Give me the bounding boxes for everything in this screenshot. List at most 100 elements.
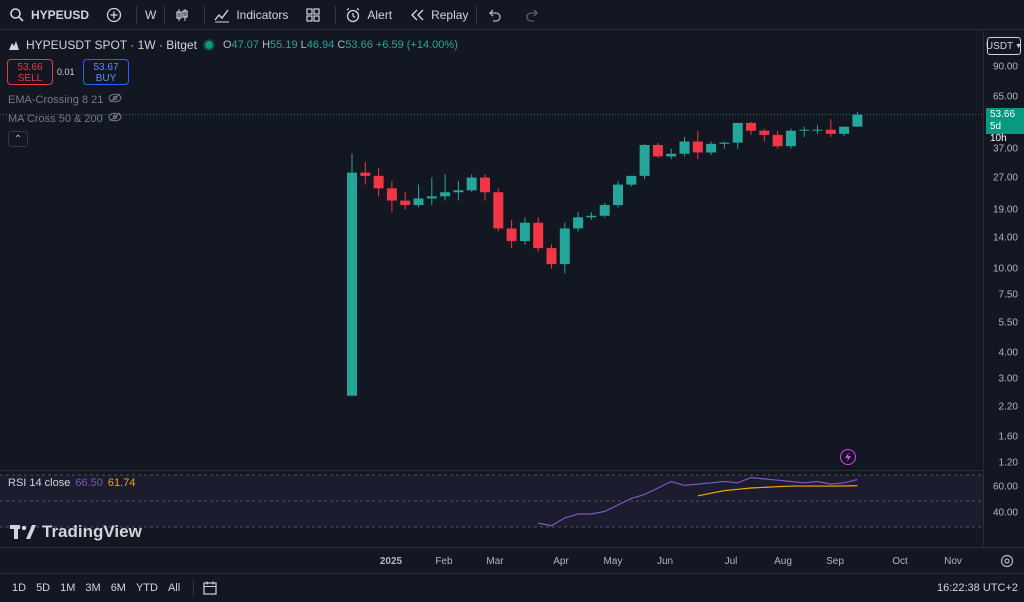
candle-body — [746, 122, 756, 131]
price-scale-label: 27.00 — [992, 172, 1018, 184]
range-button-6m[interactable]: 6M — [106, 582, 131, 594]
candle-body — [546, 248, 557, 265]
candle[interactable] — [347, 153, 357, 396]
candle[interactable] — [373, 167, 384, 197]
eye-hidden-icon[interactable] — [108, 93, 122, 106]
candle[interactable] — [639, 143, 650, 180]
calendar-icon[interactable] — [202, 580, 218, 596]
candle[interactable] — [732, 122, 743, 149]
top-toolbar: HYPEUSD W Indicators Alert Replay — [0, 0, 1024, 30]
layouts-button[interactable] — [296, 0, 335, 30]
candle[interactable] — [426, 177, 437, 206]
candle[interactable] — [559, 222, 570, 274]
range-button-all[interactable]: All — [163, 582, 185, 594]
indicator-ema-crossing[interactable]: EMA-Crossing 8 21 — [8, 93, 122, 106]
candle[interactable] — [533, 217, 544, 252]
candle[interactable] — [440, 174, 451, 201]
candle[interactable] — [852, 111, 863, 127]
range-button-1d[interactable]: 1D — [7, 582, 31, 594]
interval-button[interactable]: W — [137, 0, 164, 30]
candle-body — [373, 175, 384, 189]
candle[interactable] — [799, 126, 810, 138]
candle-body — [666, 153, 677, 157]
candle[interactable] — [652, 142, 663, 158]
candle[interactable] — [746, 121, 756, 135]
chart-type-button[interactable] — [165, 0, 204, 30]
range-button-ytd[interactable]: YTD — [131, 582, 163, 594]
compare-symbol-button[interactable] — [97, 0, 136, 30]
symbol-search-button[interactable]: HYPEUSD — [0, 0, 97, 30]
candle[interactable] — [706, 141, 717, 156]
currency-label: USDT — [985, 40, 1014, 52]
candle[interactable] — [759, 128, 770, 142]
candle-body — [839, 126, 850, 134]
candle[interactable] — [519, 217, 530, 245]
main-chart-pane[interactable] — [0, 31, 984, 469]
candle[interactable] — [839, 126, 850, 136]
candle-body — [639, 145, 650, 176]
candle[interactable] — [692, 130, 703, 160]
collapse-legend-button[interactable]: ⌃ — [8, 131, 28, 147]
candle[interactable] — [493, 188, 504, 232]
candle-body — [599, 205, 610, 216]
price-scale[interactable]: 90.00 65.00 37.00 27.00 19.00 14.00 10.00 7.50 5… — [985, 31, 1024, 469]
sell-button[interactable]: 53.66 SELL — [7, 59, 53, 85]
candle[interactable] — [666, 148, 677, 160]
time-axis[interactable]: 2025 Feb Mar Apr May Jun Jul Aug Sep Oct Nov — [0, 547, 1024, 573]
rsi-chart[interactable] — [0, 471, 984, 547]
candle[interactable] — [812, 124, 823, 134]
candle[interactable] — [546, 244, 557, 269]
sell-price: 53.66 — [17, 62, 43, 73]
tradingview-logo[interactable]: TradingView — [10, 522, 142, 542]
rsi-legend[interactable]: RSI 14 close 66.50 61.74 — [8, 477, 135, 489]
candle[interactable] — [613, 181, 623, 208]
range-button-3m[interactable]: 3M — [80, 582, 105, 594]
indicator-label: EMA-Crossing 8 21 — [8, 93, 104, 106]
candle[interactable] — [466, 174, 477, 193]
candle[interactable] — [825, 119, 836, 138]
candle[interactable] — [400, 192, 411, 210]
last-price-label: 53.66 — [990, 109, 1016, 120]
time-axis-label: May — [603, 556, 623, 567]
rsi-scale[interactable]: 60.00 40.00 — [985, 470, 1024, 546]
candle[interactable] — [413, 184, 424, 208]
candle[interactable] — [785, 128, 796, 149]
indicator-ma-cross[interactable]: MA Cross 50 & 200 — [8, 112, 122, 125]
candle[interactable] — [586, 212, 597, 220]
candle[interactable] — [480, 174, 490, 201]
candle[interactable] — [360, 161, 371, 185]
axis-settings-icon[interactable] — [1000, 554, 1014, 571]
candle-body — [440, 192, 451, 197]
change-value: +6.59 (+14.00%) — [375, 39, 458, 51]
candle[interactable] — [453, 181, 464, 201]
candle[interactable] — [679, 137, 690, 157]
candle[interactable] — [772, 130, 783, 149]
price-scale-label: 2.20 — [998, 401, 1018, 413]
candle[interactable] — [386, 181, 397, 213]
eye-hidden-icon[interactable] — [108, 112, 122, 125]
last-price-badge: 53.66 5d 10h — [986, 108, 1024, 144]
candlestick-chart[interactable] — [0, 31, 984, 469]
candle[interactable] — [573, 212, 584, 232]
range-button-1m[interactable]: 1M — [55, 582, 80, 594]
alert-button[interactable]: Alert — [336, 0, 400, 30]
legend-title[interactable]: HYPEUSDT SPOT · 1W · Bitget — [26, 38, 197, 52]
price-scale-label: 3.00 — [998, 373, 1018, 385]
replay-button[interactable]: Replay — [400, 0, 476, 30]
candle[interactable] — [599, 202, 610, 218]
range-button-5d[interactable]: 5D — [31, 582, 55, 594]
candle[interactable] — [719, 141, 730, 149]
indicators-button[interactable]: Indicators — [205, 0, 296, 30]
candle-body — [453, 190, 464, 193]
candle[interactable] — [506, 219, 517, 249]
time-axis-label: Mar — [486, 556, 504, 567]
candle[interactable] — [626, 175, 637, 187]
lightning-icon[interactable] — [840, 449, 856, 465]
redo-button[interactable] — [516, 0, 555, 30]
currency-button[interactable]: USDT ▼ — [985, 37, 1022, 55]
buy-button[interactable]: 53.67 BUY — [83, 59, 129, 85]
rsi-pane[interactable] — [0, 470, 984, 546]
clock-timezone[interactable]: 16:22:38 UTC+2 — [937, 582, 1018, 594]
indicators-label: Indicators — [236, 7, 289, 22]
undo-button[interactable] — [477, 0, 516, 30]
